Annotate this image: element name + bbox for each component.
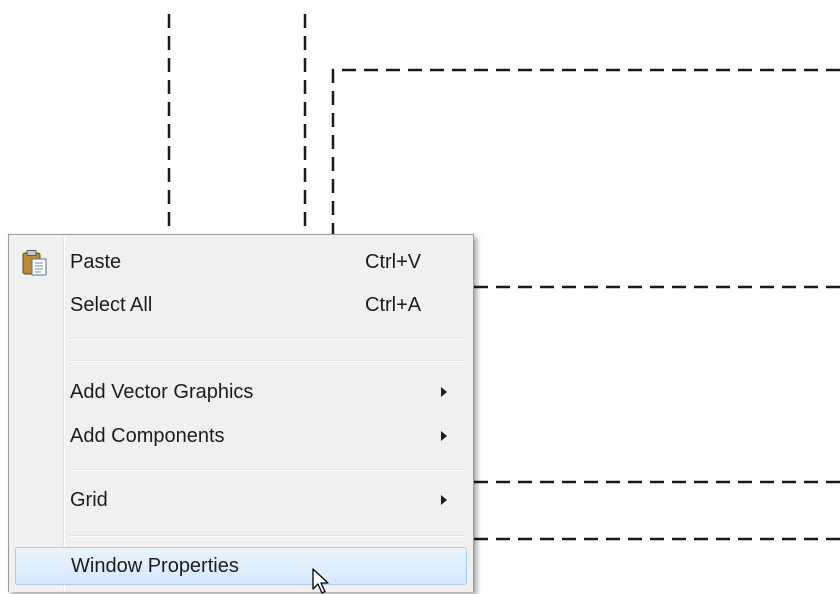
menu-item-label: Add Components xyxy=(70,425,225,447)
menu-item-add-components[interactable]: Add Components xyxy=(9,417,473,455)
menu-item-label: Window Properties xyxy=(71,555,239,577)
paste-icon xyxy=(21,249,51,277)
menu-item-select-all[interactable]: Select All Ctrl+A xyxy=(9,286,473,324)
menu-item-grid[interactable]: Grid xyxy=(9,481,473,519)
submenu-arrow-icon xyxy=(441,495,447,505)
menu-separator xyxy=(69,338,465,340)
menu-item-add-vector-graphics[interactable]: Add Vector Graphics xyxy=(9,373,473,411)
menu-separator xyxy=(69,469,465,471)
arrow-cursor-icon xyxy=(312,568,329,594)
menu-item-label: Add Vector Graphics xyxy=(70,381,254,403)
menu-item-shortcut: Ctrl+A xyxy=(365,294,422,316)
menu-item-label: Paste xyxy=(70,251,122,273)
submenu-arrow-icon xyxy=(441,431,447,441)
context-menu: Paste Ctrl+V Select All Ctrl+A Add Vecto… xyxy=(8,234,474,592)
menu-separator xyxy=(69,535,465,537)
menu-item-label: Select All xyxy=(70,294,153,316)
menu-item-window-properties[interactable]: Window Properties xyxy=(15,547,467,585)
submenu-arrow-icon xyxy=(441,387,447,397)
menu-separator xyxy=(69,360,465,362)
dashed-frame-outline xyxy=(331,68,840,236)
menu-item-label: Grid xyxy=(70,489,108,511)
menu-item-shortcut: Ctrl+V xyxy=(365,251,422,273)
menu-item-paste[interactable]: Paste Ctrl+V xyxy=(9,243,473,281)
